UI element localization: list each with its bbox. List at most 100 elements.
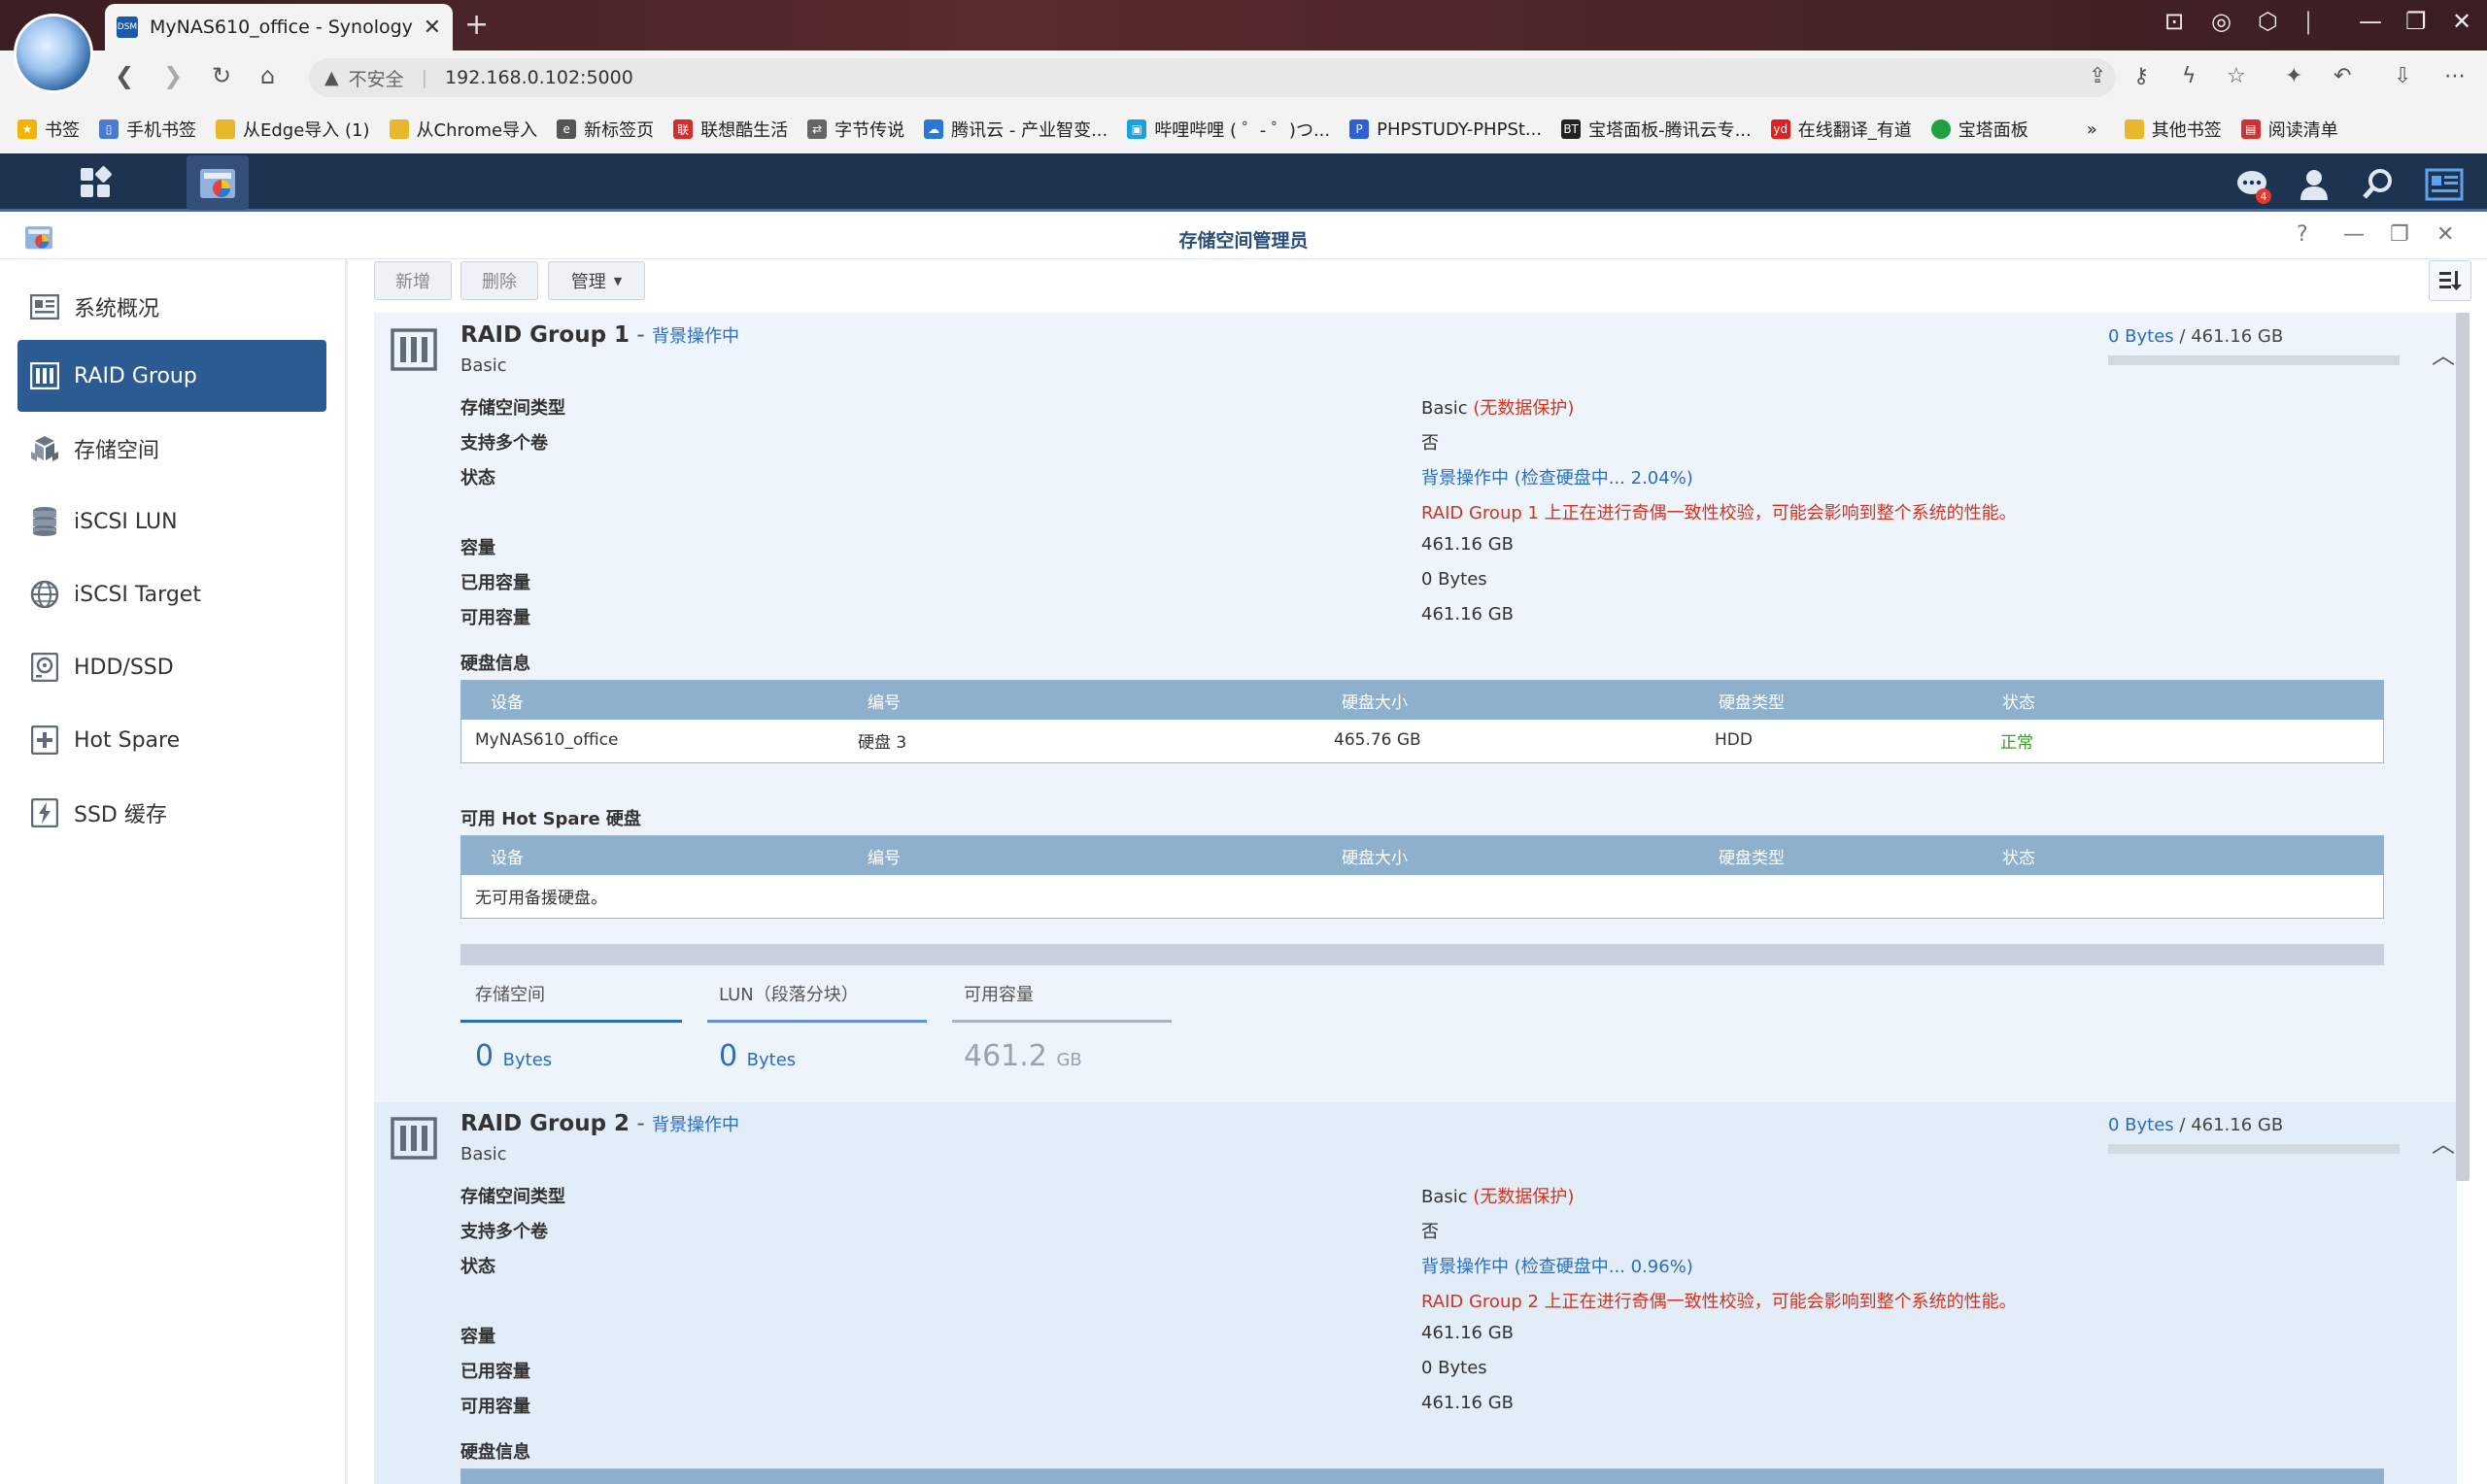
sidebar-item-iscsi-lun[interactable]: iSCSI LUN (17, 486, 326, 557)
bookmark-item[interactable]: 宝塔面板 (1930, 117, 2028, 142)
reading-list-button[interactable]: ▤ 阅读清单 (2240, 117, 2338, 142)
sidebar-item-raid-group[interactable]: RAID Group (17, 340, 326, 412)
favorite-star-icon[interactable]: ☆ (2227, 64, 2246, 88)
extension-puzzle-icon[interactable]: ✦ (2285, 64, 2302, 88)
more-bookmarks-button[interactable]: » (2087, 119, 2097, 140)
folder-icon (389, 119, 409, 139)
bookmark-item[interactable]: yd 在线翻译_有道 (1770, 117, 1912, 142)
bilibili-icon: ▣ (1127, 119, 1147, 139)
dsm-taskbar: 4 (0, 153, 2487, 212)
window-close-icon[interactable]: ✕ (2436, 222, 2454, 247)
overview-icon (29, 291, 60, 322)
help-icon[interactable]: ? (2297, 222, 2308, 247)
sidebar-item-hot-spare[interactable]: Hot Spare (17, 704, 326, 776)
bookmark-item[interactable]: P PHPSTUDY-PHPSt... (1349, 119, 1542, 140)
sidebar-item-volume[interactable]: 存储空间 (17, 413, 326, 485)
restore-icon[interactable]: ❐ (2405, 8, 2427, 35)
home-icon[interactable]: ⌂ (260, 62, 275, 89)
raid-icon (29, 360, 60, 391)
title-separator: - (630, 1111, 652, 1136)
bookmark-item[interactable]: BT 宝塔面板-腾讯云专... (1561, 117, 1752, 142)
bookmark-folder[interactable]: 从Chrome导入 (389, 117, 537, 142)
table-row[interactable]: MyNAS610_office 硬盘 3 465.76 GB HDD 正常 (461, 720, 2383, 760)
url-field[interactable]: ▲ 不安全 | 192.168.0.102:5000 (309, 58, 2116, 97)
col-id: 编号 (868, 692, 901, 713)
youdao-icon: yd (1770, 119, 1790, 139)
bookmark-folder[interactable]: 从Edge导入 (1) (216, 117, 370, 142)
download-icon[interactable]: ⇩ (2394, 64, 2411, 88)
title-separator: - (630, 322, 652, 348)
user-button[interactable] (2297, 167, 2332, 202)
bookmark-item[interactable]: e 新标签页 (557, 117, 654, 142)
notifications-button[interactable]: 4 (2234, 167, 2271, 204)
incognito-icon[interactable]: ◎ (2211, 8, 2231, 35)
forward-icon[interactable]: ❯ (163, 62, 183, 89)
extensions-icon[interactable]: ⬡ (2258, 8, 2278, 35)
sidebar-item-ssd-cache[interactable]: SSD 缓存 (17, 777, 326, 849)
sidebar-item-label: 存储空间 (74, 439, 160, 463)
browser-profile-avatar[interactable] (14, 14, 93, 93)
widgets-button[interactable] (2425, 167, 2464, 202)
storage-manager-taskbar-button[interactable] (187, 155, 249, 210)
browser-tab-active[interactable]: DSM MyNAS610_office - Synology D ✕ (105, 4, 453, 51)
main-menu-button[interactable] (64, 155, 126, 210)
menu-more-icon[interactable]: ⋯ (2444, 64, 2466, 88)
raid-group-1-title[interactable]: RAID Group 1 - 背景操作中 (460, 322, 739, 348)
available-size-readout: 461.2 GB (964, 1039, 1082, 1073)
minimize-icon[interactable]: — (2359, 8, 2382, 35)
close-window-icon[interactable]: ✕ (2452, 8, 2471, 35)
back-icon[interactable]: ❮ (115, 62, 134, 89)
summary-tab-volume[interactable]: 存储空间 (475, 981, 545, 1006)
label-capacity: 容量 (460, 1327, 495, 1347)
raid-group-name: RAID Group 2 (460, 1111, 630, 1136)
capacity-total: 461.16 GB (2191, 326, 2284, 347)
caret-down-icon: ▼ (613, 274, 623, 287)
bt-icon: BT (1561, 119, 1582, 139)
capacity-total: 461.16 GB (2191, 1115, 2284, 1135)
collapse-chevron-icon[interactable]: ︿ (2432, 1125, 2455, 1159)
sidebar-item-iscsi-target[interactable]: iSCSI Target (17, 558, 326, 630)
new-tab-button[interactable]: + (464, 8, 489, 42)
bookmark-item[interactable]: 联联想酷生活 (673, 117, 788, 142)
delete-button[interactable]: 删除 (460, 261, 538, 300)
window-minimize-icon[interactable]: — (2343, 222, 2365, 247)
parity-warning: RAID Group 2 上正在进行奇偶一致性校验，可能会影响到整个系统的性能。 (1421, 1292, 2017, 1312)
collapse-chevron-icon[interactable]: ︿ (2432, 336, 2455, 370)
search-button[interactable] (2361, 167, 2396, 202)
flash-icon[interactable]: ϟ (2182, 64, 2197, 88)
hotspare-heading: 可用 Hot Spare 硬盘 (460, 809, 641, 829)
sidebar-item-hdd-ssd[interactable]: HDD/SSD (17, 631, 326, 703)
close-tab-icon[interactable]: ✕ (424, 16, 441, 40)
bookmark-item[interactable]: ▯ 手机书签 (99, 117, 196, 142)
key-icon[interactable]: ⚷ (2133, 64, 2149, 88)
table-header: 设备 编号 硬盘大小 硬盘类型 状态 (461, 681, 2383, 720)
other-bookmarks-folder[interactable]: 其他书签 (2124, 117, 2222, 142)
sidebar-item-overview[interactable]: 系统概况 (17, 271, 326, 343)
storage-manager-icon (200, 169, 235, 198)
reload-icon[interactable]: ↻ (212, 62, 231, 89)
create-button[interactable]: 新增 (374, 261, 452, 300)
summary-tab-underline (707, 1020, 927, 1023)
bytes-icon: ⇄ (807, 119, 828, 139)
phone-icon: ▯ (99, 119, 119, 139)
share-icon[interactable]: ⇪ (2089, 64, 2106, 88)
manage-dropdown[interactable]: 管理 ▼ (548, 261, 645, 300)
summary-tab-available[interactable]: 可用容量 (964, 981, 1034, 1006)
bookmark-item[interactable]: ⇄ 字节传说 (807, 117, 904, 142)
bookmark-item[interactable]: ☁ 腾讯云 - 产业智变... (924, 117, 1107, 142)
tab-actions-icon[interactable]: ⊡ (2164, 8, 2184, 35)
bookmark-item[interactable]: ▣ 哔哩哔哩 ( ゜- ゜)つ... (1127, 117, 1330, 142)
no-hotspare-text: 无可用备援硬盘。 (475, 888, 607, 908)
raid-group-icon (391, 1117, 437, 1160)
summary-tab-lun[interactable]: LUN（段落分块） (719, 981, 859, 1006)
raid-group-2-title[interactable]: RAID Group 2 - 背景操作中 (460, 1111, 739, 1136)
warning-icon: ▲ (324, 67, 339, 88)
pin-icon[interactable]: | (2304, 8, 2312, 35)
content-scrollbar[interactable] (2456, 313, 2470, 1181)
window-maximize-icon[interactable]: ❐ (2390, 222, 2409, 247)
address-bar-row: ❮ ❯ ↻ ⌂ ▲ 不安全 | 192.168.0.102:5000 ⇪ ⚷ ϟ… (0, 51, 2487, 105)
type-note: (无数据保护) (1473, 398, 1575, 419)
sort-button[interactable] (2429, 260, 2471, 301)
bookmark-item[interactable]: ★ 书签 (17, 117, 80, 142)
undo-icon[interactable]: ↶ (2334, 64, 2351, 88)
